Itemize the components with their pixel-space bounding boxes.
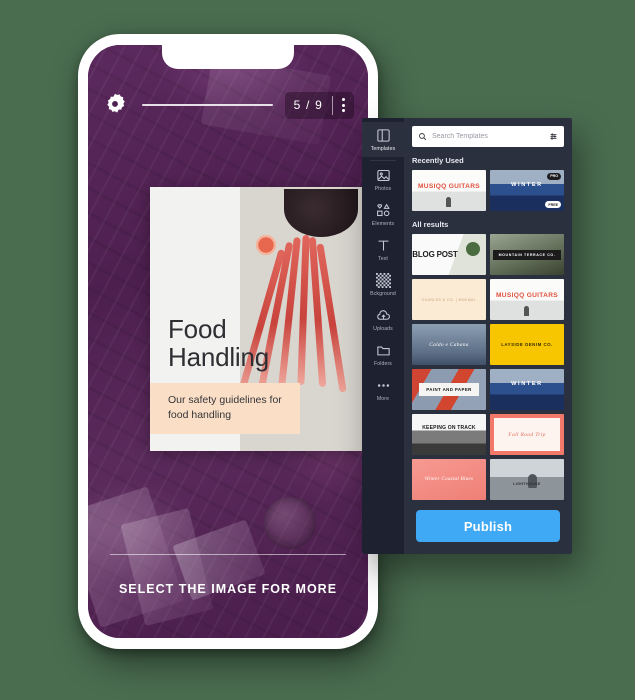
phone-mockup: 5 / 9 Food Handling Our safety guideline… xyxy=(78,34,378,649)
slide-footer: SELECT THE IMAGE FOR MORE xyxy=(88,542,368,638)
pro-badge: PRO xyxy=(547,173,561,180)
sidebar-item-text[interactable]: Text xyxy=(362,232,404,267)
slide-toolbar: 5 / 9 xyxy=(88,85,368,125)
template-label: LIGHTHOUSE xyxy=(513,482,541,486)
photos-icon xyxy=(376,168,391,183)
slide-title-line-2: Handling xyxy=(168,342,270,373)
elements-icon xyxy=(376,203,391,218)
sidebar-label-photos: Photos xyxy=(374,186,392,192)
more-icon xyxy=(376,378,391,393)
template-thumb[interactable]: KEEPING ON TRACK xyxy=(412,414,486,455)
slide-title: Food Handling xyxy=(168,315,269,371)
template-label: KEEPING ON TRACK xyxy=(422,425,476,431)
section-title-all-results: All results xyxy=(412,220,449,229)
template-label: PAINT AND PAPER xyxy=(419,383,479,396)
templates-panel: Recently Used MUSIQQ GUITARS PRO WINTER … xyxy=(404,118,572,554)
slide-card[interactable]: Food Handling Our safety guidelines for … xyxy=(150,187,362,451)
template-thumb[interactable]: BLOG POST xyxy=(412,234,486,275)
sidebar-item-uploads[interactable]: Uploads xyxy=(362,302,404,337)
slide-progress-bar[interactable] xyxy=(142,104,273,106)
template-label: WINTER xyxy=(511,380,543,387)
phone-notch xyxy=(162,45,294,69)
template-thumb[interactable]: Caldo e Cabana xyxy=(412,324,486,365)
template-inner-frame: Fall Road Trip xyxy=(494,418,560,451)
background-icon xyxy=(375,273,391,288)
template-label: Caldo e Cabana xyxy=(429,341,469,348)
editor-sidebar: Templates Photos Elements Text Bckground… xyxy=(362,118,404,554)
template-thumb[interactable]: Fall Road Trip xyxy=(490,414,564,455)
phone-screen: 5 / 9 Food Handling Our safety guideline… xyxy=(88,45,368,638)
search-icon xyxy=(418,132,427,141)
template-label: MOUNTAIN TERRACE CO. xyxy=(492,249,562,260)
publish-button[interactable]: Publish xyxy=(416,510,560,542)
sidebar-label-more: More xyxy=(376,396,390,402)
rhubarb-decor xyxy=(240,213,362,403)
free-badge: FREE xyxy=(545,201,561,208)
folders-icon xyxy=(376,343,391,358)
text-icon xyxy=(376,238,391,253)
template-thumb[interactable]: LIGHTHOUSE xyxy=(490,459,564,500)
sidebar-label-text: Text xyxy=(378,256,388,262)
sidebar-item-templates[interactable]: Templates xyxy=(362,122,404,157)
all-results-grid: BLOG POST MOUNTAIN TERRACE CO. CHARLES &… xyxy=(412,234,564,500)
page-count-label: 5 / 9 xyxy=(293,98,323,112)
templates-icon xyxy=(376,128,391,143)
sidebar-item-folders[interactable]: Folders xyxy=(362,337,404,372)
template-thumb[interactable]: CHARLES & CO. | MINIMAL xyxy=(412,279,486,320)
sidebar-label-background: Bckground xyxy=(370,291,396,297)
templates-scroll-area[interactable]: Recently Used MUSIQQ GUITARS PRO WINTER … xyxy=(404,147,572,500)
search-input[interactable] xyxy=(432,133,549,140)
uploads-icon xyxy=(376,308,391,323)
sidebar-item-photos[interactable]: Photos xyxy=(362,162,404,197)
template-thumb[interactable]: MOUNTAIN TERRACE CO. xyxy=(490,234,564,275)
sidebar-item-more[interactable]: More xyxy=(362,372,404,407)
template-thumb[interactable]: PRO WINTER FREE xyxy=(490,170,564,211)
template-label: MUSIQQ GUITARS xyxy=(496,292,558,299)
sidebar-label-elements: Elements xyxy=(371,221,395,227)
footer-divider xyxy=(110,554,346,555)
slide-title-line-1: Food xyxy=(168,314,227,344)
template-thumb[interactable]: PAINT AND PAPER xyxy=(412,369,486,410)
template-thumb[interactable]: MUSIQQ GUITARS xyxy=(412,170,486,211)
slide-subtitle: Our safety guidelines for food handling xyxy=(168,394,282,422)
template-thumb[interactable]: WINTER xyxy=(490,369,564,410)
template-label: LAYSIDE DENIM CO. xyxy=(501,342,553,347)
template-thumb[interactable]: Winter Coastal Blues xyxy=(412,459,486,500)
filter-sliders-icon[interactable] xyxy=(549,132,558,141)
template-label: CHARLES & CO. | MINIMAL xyxy=(421,297,477,302)
gear-icon[interactable] xyxy=(102,92,128,118)
template-label: BLOG POST xyxy=(412,249,458,259)
sidebar-label-folders: Folders xyxy=(374,361,392,367)
search-bar[interactable] xyxy=(412,126,564,147)
template-label: Fall Road Trip xyxy=(508,431,546,438)
recently-used-grid: MUSIQQ GUITARS PRO WINTER FREE xyxy=(412,170,564,211)
publish-area: Publish xyxy=(404,500,572,554)
template-editor-panel: Templates Photos Elements Text Bckground… xyxy=(362,118,572,554)
sidebar-label-templates: Templates xyxy=(370,146,396,152)
kebab-menu-icon[interactable] xyxy=(333,98,354,112)
template-thumb[interactable]: LAYSIDE DENIM CO. xyxy=(490,324,564,365)
sidebar-divider xyxy=(370,160,396,161)
template-thumb[interactable]: MUSIQQ GUITARS xyxy=(490,279,564,320)
slide-subtitle-banner: Our safety guidelines for food handling xyxy=(150,383,300,435)
template-label: MUSIQQ GUITARS xyxy=(418,183,480,190)
sidebar-item-background[interactable]: Bckground xyxy=(362,267,404,302)
section-title-recently-used: Recently Used xyxy=(412,156,464,165)
sidebar-label-uploads: Uploads xyxy=(373,326,393,332)
sidebar-item-elements[interactable]: Elements xyxy=(362,197,404,232)
template-label: Winter Coastal Blues xyxy=(424,477,474,482)
template-label: WINTER xyxy=(511,181,543,188)
select-image-caption: SELECT THE IMAGE FOR MORE xyxy=(118,582,338,596)
page-indicator: 5 / 9 xyxy=(284,91,354,119)
